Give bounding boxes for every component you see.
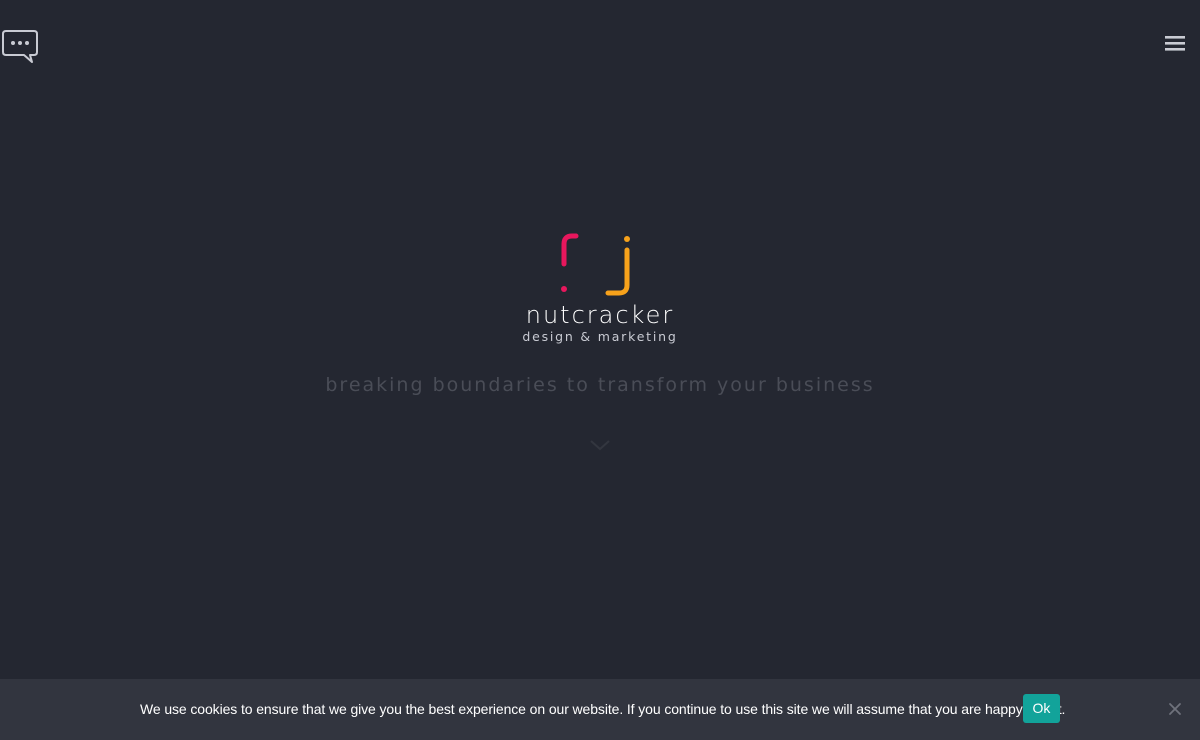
brand-logo[interactable]: nutcracker design & marketing xyxy=(500,230,700,350)
brand-subtitle: design & marketing xyxy=(522,329,678,344)
scroll-down-button[interactable] xyxy=(588,436,612,454)
cookie-message: We use cookies to ensure that we give yo… xyxy=(140,701,1066,717)
cookie-notice: We use cookies to ensure that we give yo… xyxy=(0,679,1200,740)
chat-button[interactable] xyxy=(2,29,40,65)
hamburger-menu-icon xyxy=(1165,36,1185,51)
page: nutcracker design & marketing breaking b… xyxy=(0,0,1200,740)
close-icon xyxy=(1169,703,1181,715)
logo-mark-icon xyxy=(561,233,630,296)
cookie-accept-button[interactable]: Ok xyxy=(1023,694,1060,723)
speech-bubble-dots-icon xyxy=(2,30,38,63)
menu-button[interactable] xyxy=(1163,34,1187,54)
brand-name: nutcracker xyxy=(525,301,675,329)
chevron-down-icon xyxy=(590,440,610,451)
hero-tagline: breaking boundaries to transform your bu… xyxy=(325,374,875,396)
cookie-close-button[interactable] xyxy=(1167,701,1183,717)
